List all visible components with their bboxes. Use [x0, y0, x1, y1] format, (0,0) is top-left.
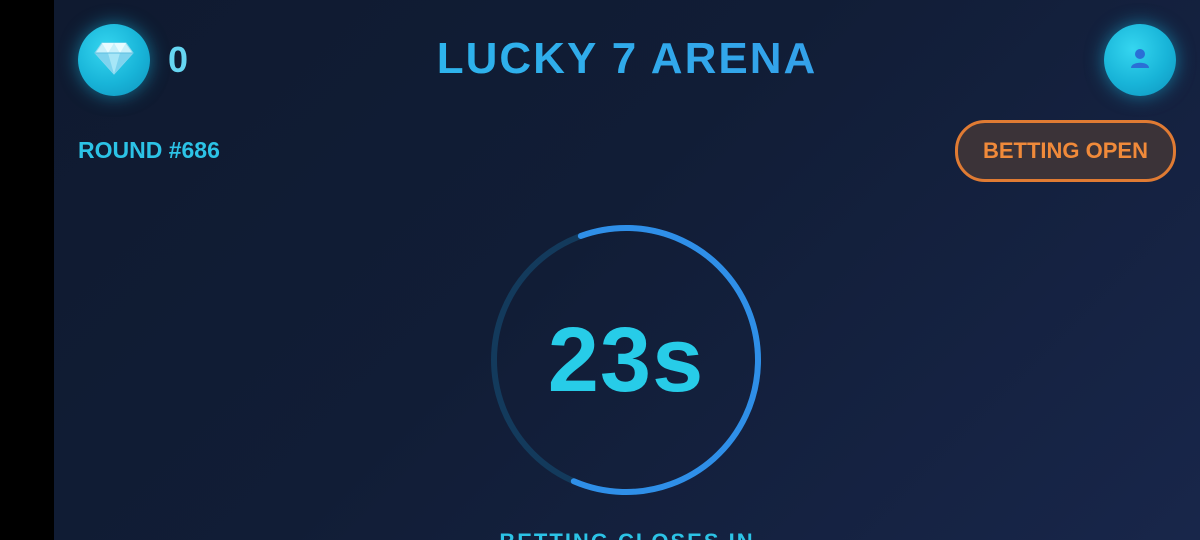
status-badge: BETTING OPEN	[955, 120, 1176, 182]
game-screen: 0 LUCKY 7 ARENA ROUND #686 BETTING OPEN …	[54, 0, 1200, 540]
betting-closes-label: BETTING CLOSES IN	[54, 528, 1200, 540]
page-title: LUCKY 7 ARENA	[54, 32, 1200, 86]
timer-value: 23s	[547, 308, 705, 411]
user-icon	[1128, 46, 1152, 75]
profile-button[interactable]	[1104, 24, 1176, 96]
countdown-timer: 23s	[488, 222, 764, 498]
round-label: ROUND #686	[78, 137, 220, 163]
left-edge-bar	[0, 0, 54, 540]
